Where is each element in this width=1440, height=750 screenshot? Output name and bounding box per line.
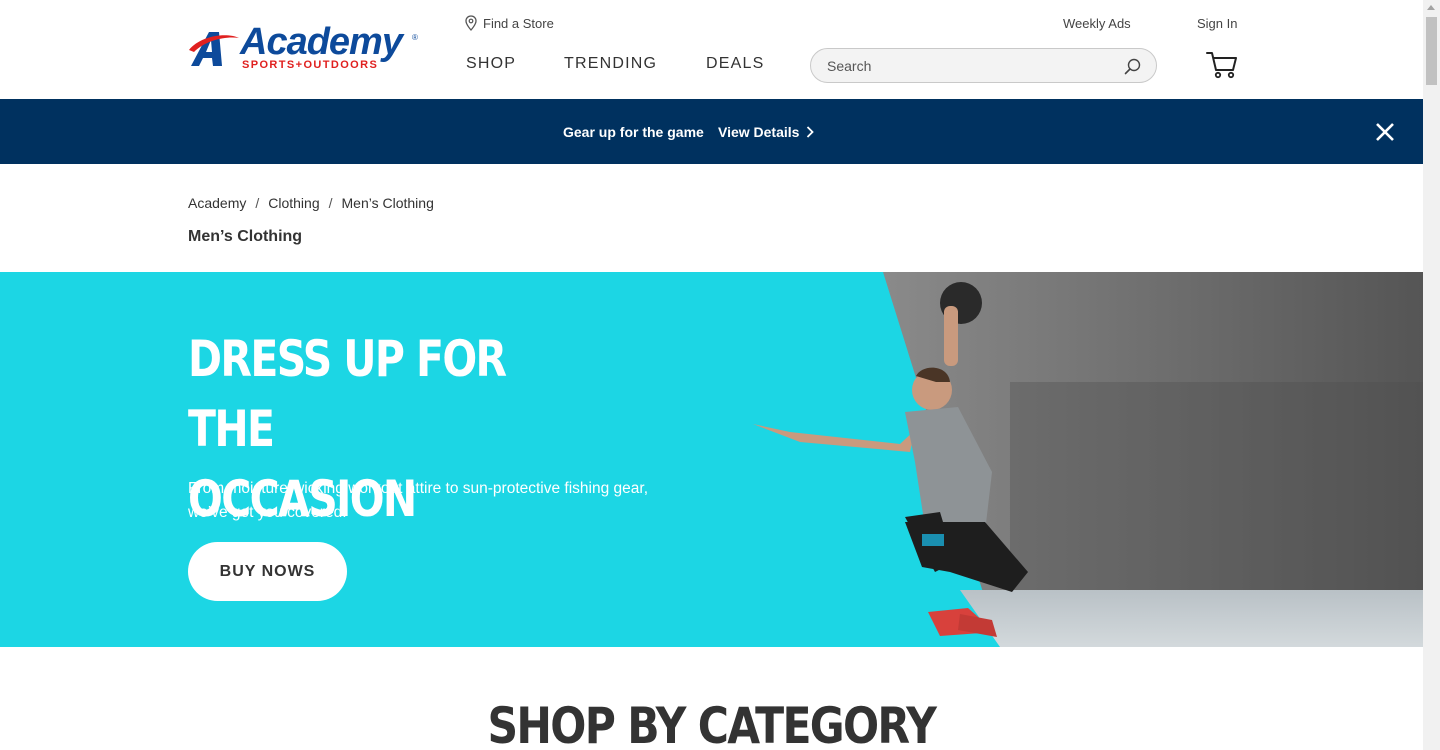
hero-subtitle: From moisture-wicking workout attire to … xyxy=(188,480,649,521)
promo-text: Gear up for the game xyxy=(563,124,704,140)
logo-wordmark: Academy xyxy=(240,21,403,63)
nav-deals[interactable]: DEALS xyxy=(706,55,764,73)
shop-by-category-heading: SHOP BY CATEGORY xyxy=(0,696,1423,750)
scrollbar-thumb[interactable] xyxy=(1426,17,1437,85)
map-pin-icon xyxy=(465,15,477,31)
search-bar xyxy=(810,48,1157,83)
find-a-store-link[interactable]: Find a Store xyxy=(465,15,554,31)
academy-a-logo-icon xyxy=(189,32,239,66)
search-icon[interactable] xyxy=(1124,58,1141,75)
sign-in-link[interactable]: Sign In xyxy=(1197,16,1237,31)
nav-shop[interactable]: SHOP xyxy=(466,55,516,73)
breadcrumb-clothing[interactable]: Clothing xyxy=(268,195,319,211)
breadcrumb-mens-clothing[interactable]: Men’s Clothing xyxy=(342,195,434,211)
breadcrumb-separator: / xyxy=(328,195,333,211)
promo-banner: Gear up for the game View Details xyxy=(0,99,1423,164)
search-input[interactable] xyxy=(827,49,1117,82)
academy-logo[interactable]: Academy ® SPORTS+OUTDOORS xyxy=(188,22,420,72)
view-details-label: View Details xyxy=(718,124,800,140)
breadcrumb: Academy / Clothing / Men’s Clothing xyxy=(188,195,434,211)
find-a-store-label: Find a Store xyxy=(483,15,554,31)
page-title: Men’s Clothing xyxy=(188,228,303,245)
hero-title-line-1: DRESS UP FOR THE xyxy=(188,330,507,458)
breadcrumb-academy[interactable]: Academy xyxy=(188,195,246,211)
breadcrumb-separator: / xyxy=(255,195,260,211)
shop-by-category-label: SHOP BY CATEGORY xyxy=(487,697,937,750)
scroll-up-arrow-icon[interactable] xyxy=(1427,5,1435,10)
hero-banner: DRESS UP FOR THE OCCASION From moisture-… xyxy=(0,272,1423,647)
nav-trending[interactable]: TRENDING xyxy=(564,55,657,73)
site-header: Academy ® SPORTS+OUTDOORS Find a Store W… xyxy=(0,0,1423,99)
close-icon[interactable] xyxy=(1374,121,1396,143)
weekly-ads-link[interactable]: Weekly Ads xyxy=(1063,16,1131,31)
shopping-cart-icon[interactable] xyxy=(1206,51,1238,79)
logo-tagline: SPORTS+OUTDOORS xyxy=(242,59,379,71)
page-scrollbar[interactable] xyxy=(1423,0,1440,750)
view-details-link[interactable]: View Details xyxy=(718,124,815,140)
chevron-right-icon xyxy=(807,126,815,138)
buy-now-button[interactable]: BUY NOWS xyxy=(188,542,347,601)
logo-registered-mark: ® xyxy=(412,33,418,42)
